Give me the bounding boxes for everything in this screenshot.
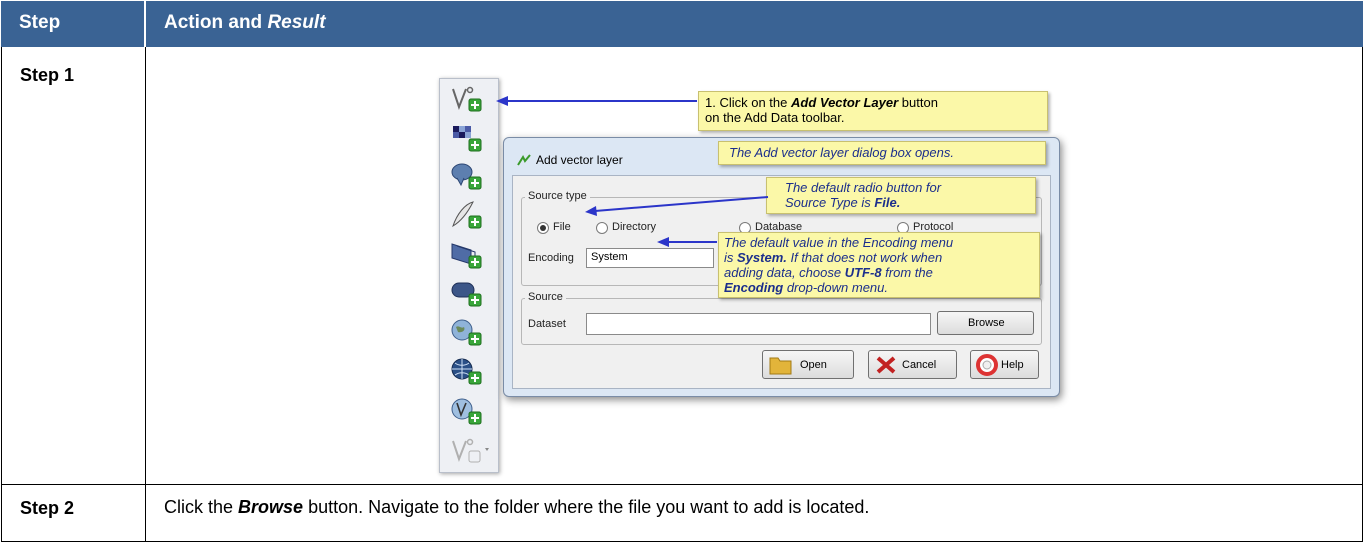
arrowhead [496, 96, 508, 106]
arrowhead [585, 206, 597, 216]
arrow-to-file-radio [594, 196, 769, 212]
callout-arrows [496, 96, 769, 247]
arrowhead [657, 237, 669, 247]
